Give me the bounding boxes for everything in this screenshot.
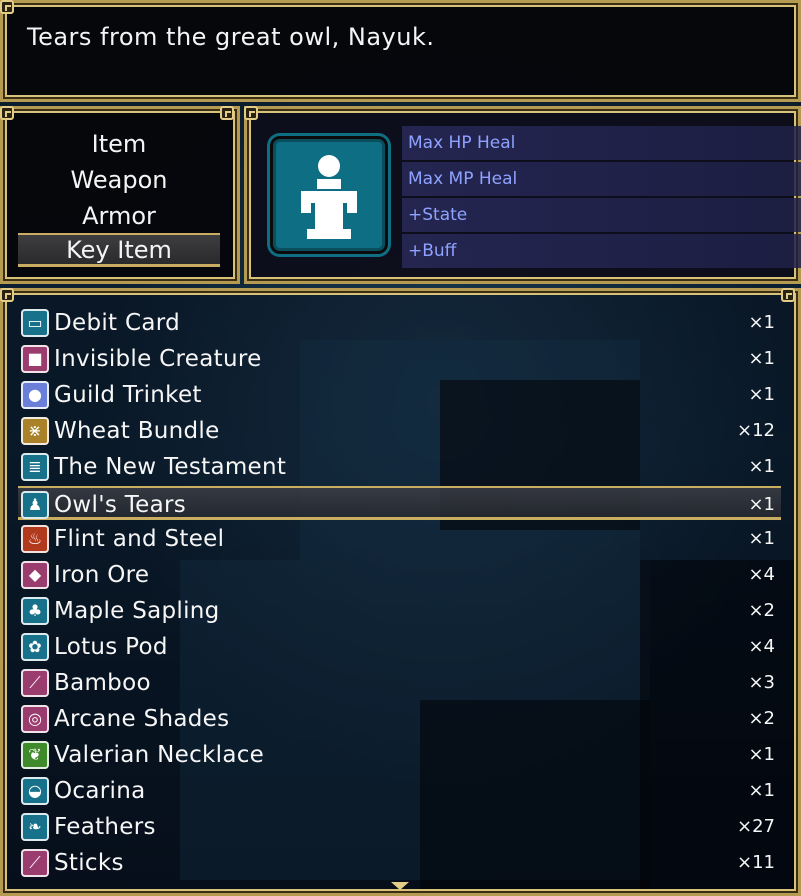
- item-row[interactable]: ♣ Maple Sapling ×2: [18, 594, 781, 628]
- item-row[interactable]: ⋇ Wheat Bundle ×12: [18, 414, 781, 448]
- item-row[interactable]: ≣ The New Testament ×1: [18, 450, 781, 484]
- bamboo-icon: ⟋: [21, 669, 49, 697]
- item-name: Feathers: [54, 814, 156, 840]
- preview-icon-frame: [270, 136, 388, 254]
- scroll-down-arrow-icon[interactable]: [391, 882, 409, 890]
- item-row[interactable]: ◆ Iron Ore ×4: [18, 558, 781, 592]
- preview-stat-row: +Buff: [402, 234, 801, 268]
- frame-corner-ornament: [0, 288, 14, 302]
- item-quantity: ×1: [748, 384, 775, 405]
- item-row[interactable]: ◎ Arcane Shades ×2: [18, 702, 781, 736]
- preview-stat-row: Max HP Heal: [402, 126, 801, 160]
- frame-corner-ornament: [0, 106, 14, 120]
- item-name: Wheat Bundle: [54, 418, 220, 444]
- category-armor[interactable]: Armor: [18, 199, 220, 233]
- item-quantity: ×11: [737, 852, 775, 873]
- item-description: Tears from the great owl, Nayuk.: [27, 23, 435, 51]
- frame-corner-ornament: [0, 0, 14, 14]
- item-quantity: ×2: [748, 708, 775, 729]
- item-quantity: ×4: [748, 636, 775, 657]
- sapling-icon: ♣: [21, 597, 49, 625]
- item-row[interactable]: ♟ Owl's Tears ×1: [18, 486, 781, 520]
- item-name: The New Testament: [54, 454, 287, 480]
- item-quantity: ×3: [748, 672, 775, 693]
- item-row[interactable]: ⟋ Bamboo ×3: [18, 666, 781, 700]
- item-quantity: ×1: [748, 744, 775, 765]
- item-name: Invisible Creature: [54, 346, 262, 372]
- preview-stat-row: Max MP Heal: [402, 162, 801, 196]
- category-item[interactable]: Item: [18, 127, 220, 161]
- item-name: Debit Card: [54, 310, 180, 336]
- item-row[interactable]: ⟋ Sticks ×11: [18, 846, 781, 880]
- item-row[interactable]: ● Guild Trinket ×1: [18, 378, 781, 412]
- sticks-icon: ⟋: [21, 849, 49, 877]
- item-name: Iron Ore: [54, 562, 150, 588]
- shades-icon: ◎: [21, 705, 49, 733]
- owl-tears-icon: [301, 155, 357, 239]
- category-key-item[interactable]: Key Item: [18, 233, 220, 267]
- help-window: Tears from the great owl, Nayuk.: [0, 0, 801, 102]
- item-name: Guild Trinket: [54, 382, 202, 408]
- necklace-icon: ❦: [21, 741, 49, 769]
- item-name: Ocarina: [54, 778, 146, 804]
- owl-tears-icon: ♟: [21, 491, 49, 519]
- book-icon: ≣: [21, 453, 49, 481]
- frame-corner-ornament: [220, 106, 234, 120]
- item-quantity: ×1: [748, 312, 775, 333]
- card-icon: ▭: [21, 309, 49, 337]
- preview-stat-row: +State: [402, 198, 801, 232]
- item-quantity: ×27: [737, 816, 775, 837]
- item-row[interactable]: ◒ Ocarina ×1: [18, 774, 781, 808]
- ocarina-icon: ◒: [21, 777, 49, 805]
- item-name: Sticks: [54, 850, 124, 876]
- item-quantity: ×4: [748, 564, 775, 585]
- item-quantity: ×1: [748, 780, 775, 801]
- category-weapon[interactable]: Weapon: [18, 163, 220, 197]
- box-icon: ■: [21, 345, 49, 373]
- item-row[interactable]: ❧ Feathers ×27: [18, 810, 781, 844]
- item-row[interactable]: ■ Invisible Creature ×1: [18, 342, 781, 376]
- wheat-icon: ⋇: [21, 417, 49, 445]
- item-quantity: ×1: [748, 456, 775, 477]
- item-row[interactable]: ❦ Valerian Necklace ×1: [18, 738, 781, 772]
- item-quantity: ×1: [748, 528, 775, 549]
- item-name: Maple Sapling: [54, 598, 220, 624]
- item-row[interactable]: ✿ Lotus Pod ×4: [18, 630, 781, 664]
- leaf-icon: ✿: [21, 633, 49, 661]
- item-quantity: ×1: [748, 348, 775, 369]
- item-name: Lotus Pod: [54, 634, 168, 660]
- item-quantity: ×2: [748, 600, 775, 621]
- ore-icon: ◆: [21, 561, 49, 589]
- feather-icon: ❧: [21, 813, 49, 841]
- item-quantity: ×1: [748, 494, 775, 515]
- item-name: Owl's Tears: [54, 492, 187, 518]
- item-name: Flint and Steel: [54, 526, 225, 552]
- item-row[interactable]: ▭ Debit Card ×1: [18, 306, 781, 340]
- frame-corner-ornament: [781, 288, 795, 302]
- orb-icon: ●: [21, 381, 49, 409]
- item-quantity: ×12: [737, 420, 775, 441]
- item-name: Bamboo: [54, 670, 151, 696]
- item-name: Valerian Necklace: [54, 742, 265, 768]
- frame-corner-ornament: [244, 106, 258, 120]
- fire-icon: ♨: [21, 525, 49, 553]
- item-name: Arcane Shades: [54, 706, 230, 732]
- item-row[interactable]: ♨ Flint and Steel ×1: [18, 522, 781, 556]
